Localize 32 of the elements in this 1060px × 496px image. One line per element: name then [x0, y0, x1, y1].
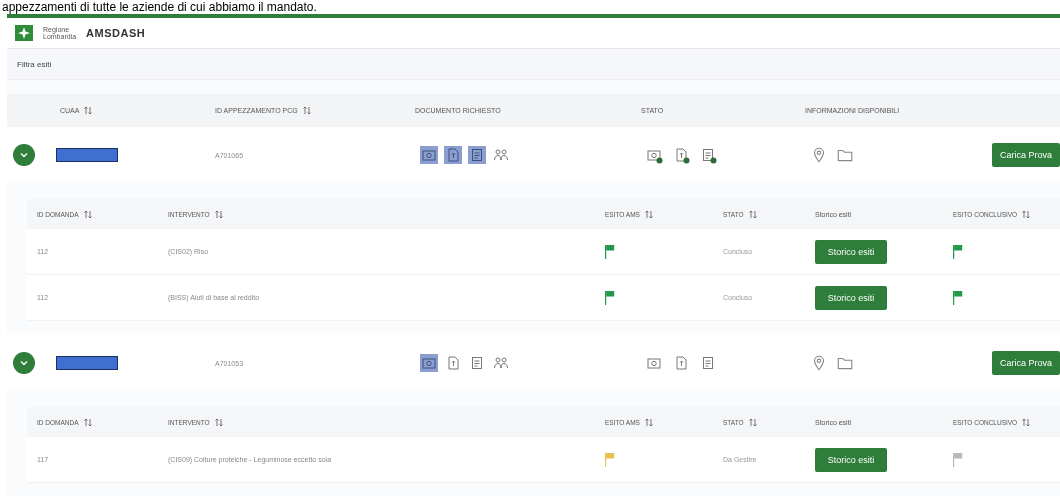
sort-icon[interactable]: [302, 106, 311, 115]
sort-icon[interactable]: [644, 417, 653, 427]
clipboard-icon[interactable]: [700, 146, 717, 164]
upload-proof-button[interactable]: Carica Prova: [992, 143, 1060, 167]
sort-icon[interactable]: [1022, 209, 1031, 219]
sort-icon[interactable]: [83, 417, 92, 427]
sort-icon[interactable]: [748, 417, 757, 427]
sort-icon[interactable]: [84, 106, 93, 115]
history-button[interactable]: Storico esiti: [815, 285, 887, 310]
sort-icon[interactable]: [1022, 417, 1031, 427]
file-upload-icon[interactable]: [444, 146, 462, 164]
history-button[interactable]: Storico esiti: [815, 239, 887, 264]
file-upload-icon[interactable]: [673, 354, 690, 372]
sort-icon[interactable]: [214, 209, 223, 219]
upload-proof-button[interactable]: Carica Prova: [992, 351, 1060, 375]
logo-icon: [15, 25, 33, 41]
app-name: AMSDASH: [86, 27, 146, 39]
caption-text: appezzamenti di tutte le aziende di cui abbiamo il mandato.: [1, 0, 318, 14]
sort-icon[interactable]: [748, 209, 757, 219]
sort-icon[interactable]: [83, 209, 92, 219]
expand-button[interactable]: [13, 144, 35, 166]
sort-icon[interactable]: [214, 417, 223, 427]
file-upload-icon[interactable]: [673, 146, 690, 164]
clipboard-icon[interactable]: [468, 146, 486, 164]
sort-icon[interactable]: [644, 209, 653, 219]
redacted-bar: [56, 356, 118, 370]
history-button[interactable]: Storico esiti: [815, 447, 887, 472]
redacted-bar: [56, 148, 118, 162]
chevron-down-icon: [20, 360, 28, 366]
filter-label[interactable]: Filtra esiti: [17, 59, 52, 69]
chevron-down-icon: [20, 152, 28, 158]
expand-button[interactable]: [13, 352, 35, 374]
